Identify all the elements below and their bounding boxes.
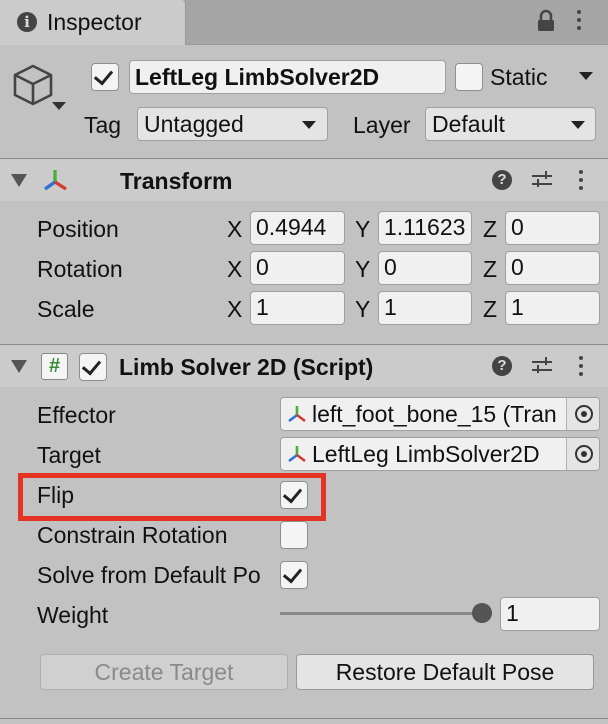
scale-z-field[interactable]: 1 bbox=[505, 291, 600, 325]
gameobject-cube-icon[interactable] bbox=[12, 62, 68, 114]
target-circle-icon bbox=[575, 445, 593, 463]
axis-y-label: Y bbox=[355, 256, 371, 282]
checkmark-icon bbox=[93, 65, 114, 86]
object-name-value: LeftLeg LimbSolver2D bbox=[135, 64, 380, 90]
object-name-field[interactable]: LeftLeg LimbSolver2D bbox=[129, 60, 446, 94]
rotation-z-field[interactable]: 0 bbox=[505, 251, 600, 285]
transform-axes-icon bbox=[288, 406, 306, 423]
script-icon: # bbox=[41, 353, 68, 380]
help-icon[interactable]: ? bbox=[492, 170, 512, 190]
transform-axes-icon bbox=[288, 446, 306, 463]
target-circle-icon bbox=[575, 405, 593, 423]
active-checkbox[interactable] bbox=[91, 63, 119, 91]
effector-label: Effector bbox=[37, 402, 116, 428]
effector-value: left_foot_bone_15 (Tran bbox=[312, 401, 557, 427]
position-z-field[interactable]: 0 bbox=[505, 211, 600, 245]
axis-z-label: Z bbox=[483, 256, 498, 282]
weight-field[interactable]: 1 bbox=[500, 597, 600, 631]
divider bbox=[0, 718, 608, 719]
scale-label: Scale bbox=[37, 296, 95, 322]
create-target-button[interactable]: Create Target bbox=[40, 654, 288, 690]
target-label: Target bbox=[37, 442, 101, 468]
constrain-rotation-checkbox[interactable] bbox=[280, 521, 308, 549]
axis-x-label: X bbox=[227, 296, 243, 322]
info-icon: i bbox=[17, 12, 37, 32]
tab-inspector[interactable]: i Inspector bbox=[0, 0, 186, 45]
foldout-arrow-icon[interactable] bbox=[11, 174, 27, 187]
static-dropdown-arrow-icon[interactable] bbox=[579, 72, 593, 80]
object-picker-button[interactable] bbox=[566, 398, 599, 430]
preset-sliders-icon[interactable] bbox=[532, 170, 552, 190]
rotation-x-field[interactable]: 0 bbox=[250, 251, 345, 285]
static-checkbox[interactable] bbox=[455, 63, 483, 91]
position-label: Position bbox=[37, 216, 119, 242]
layer-dropdown[interactable]: Default bbox=[425, 107, 596, 141]
axis-y-label: Y bbox=[355, 216, 371, 242]
solver-title: Limb Solver 2D (Script) bbox=[119, 354, 374, 380]
transform-header[interactable] bbox=[0, 159, 608, 201]
kebab-menu-icon[interactable] bbox=[579, 356, 583, 380]
scale-y-field[interactable]: 1 bbox=[378, 291, 472, 325]
layer-value: Default bbox=[432, 111, 505, 137]
axis-x-label: X bbox=[227, 256, 243, 282]
tag-label: Tag bbox=[84, 112, 122, 138]
rotation-label: Rotation bbox=[37, 256, 123, 282]
solve-from-default-pose-checkbox[interactable] bbox=[280, 561, 308, 589]
checkmark-icon bbox=[282, 563, 303, 584]
chevron-down-icon bbox=[302, 121, 316, 129]
rotation-y-field[interactable]: 0 bbox=[378, 251, 472, 285]
help-icon[interactable]: ? bbox=[492, 356, 512, 376]
scale-x-field[interactable]: 1 bbox=[250, 291, 345, 325]
chevron-down-icon bbox=[571, 121, 585, 129]
solve-from-default-pose-label-clip: Solve from Default Po bbox=[37, 561, 275, 589]
axis-z-label: Z bbox=[483, 296, 498, 322]
position-x-field[interactable]: 0.4944 bbox=[250, 211, 345, 245]
lock-icon[interactable] bbox=[536, 9, 556, 33]
static-label: Static bbox=[490, 64, 548, 90]
target-field[interactable]: LeftLeg LimbSolver2D bbox=[280, 437, 600, 471]
solver-enabled-checkbox[interactable] bbox=[79, 353, 107, 381]
axis-z-label: Z bbox=[483, 216, 498, 242]
transform-title: Transform bbox=[120, 168, 233, 194]
restore-default-pose-button[interactable]: Restore Default Pose bbox=[296, 654, 594, 690]
kebab-menu-icon[interactable] bbox=[577, 10, 581, 34]
foldout-arrow-icon[interactable] bbox=[11, 360, 27, 373]
weight-slider-track[interactable] bbox=[280, 612, 482, 615]
solve-from-default-pose-label: Solve from Default Po bbox=[37, 562, 261, 588]
transform-axes-icon bbox=[44, 170, 67, 191]
weight-slider-handle[interactable] bbox=[472, 603, 492, 623]
tab-title: Inspector bbox=[47, 9, 142, 35]
tag-dropdown[interactable]: Untagged bbox=[137, 107, 328, 141]
highlight-box bbox=[18, 473, 326, 521]
checkmark-icon bbox=[81, 355, 102, 376]
kebab-menu-icon[interactable] bbox=[579, 170, 583, 194]
preset-sliders-icon[interactable] bbox=[532, 356, 552, 376]
object-picker-button[interactable] bbox=[566, 438, 599, 470]
tag-value: Untagged bbox=[144, 111, 244, 137]
constrain-rotation-label: Constrain Rotation bbox=[37, 522, 228, 548]
weight-label: Weight bbox=[37, 602, 109, 628]
axis-y-label: Y bbox=[355, 296, 371, 322]
position-y-field[interactable]: 1.11623 bbox=[378, 211, 472, 245]
effector-field[interactable]: left_foot_bone_15 (Tran bbox=[280, 397, 600, 431]
target-value: LeftLeg LimbSolver2D bbox=[312, 441, 540, 467]
axis-x-label: X bbox=[227, 216, 243, 242]
layer-label: Layer bbox=[353, 112, 411, 138]
